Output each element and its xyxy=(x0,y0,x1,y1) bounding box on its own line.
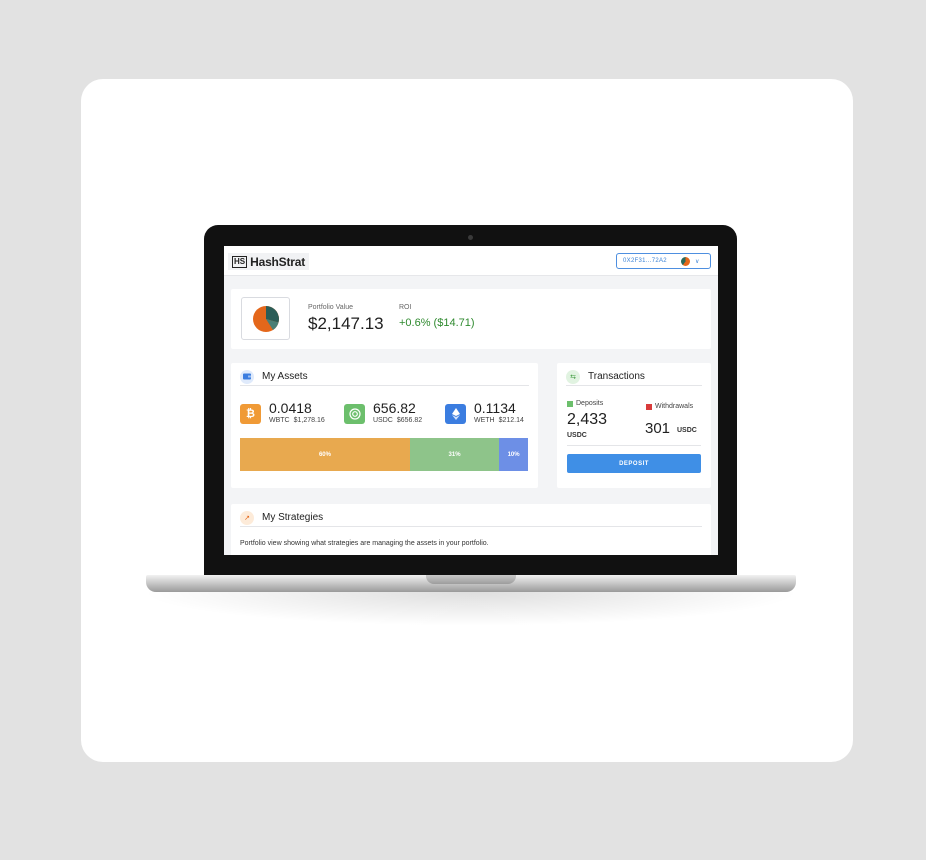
asset-symbol: USDC xyxy=(373,417,393,424)
wallet-address: 0X2F31...72A2 xyxy=(623,258,667,264)
asset-symbol: WBTC xyxy=(269,417,290,424)
allocation-label: 60% xyxy=(318,451,331,458)
laptop-shadow xyxy=(140,592,802,626)
my-assets-title: My Assets xyxy=(262,371,308,382)
transactions-header: ⇆ Transactions xyxy=(566,368,702,386)
logo-text: HashStrat xyxy=(250,254,306,269)
bitcoin-icon: ₿ xyxy=(240,404,261,424)
deposits-label: Deposits xyxy=(567,400,603,407)
deposits-unit: USDC xyxy=(567,432,587,439)
roi-label: ROI xyxy=(399,304,412,311)
asset-wbtc[interactable]: ₿ 0.0418 WBTC $1,278.16 xyxy=(240,400,329,424)
transactions-title: Transactions xyxy=(588,371,645,382)
deposits-legend-swatch xyxy=(567,400,573,407)
deposits-label-text: Deposits xyxy=(576,400,604,407)
portfolio-summary: Portfolio Value $2,147.13 ROI +0.6% ($14… xyxy=(231,289,711,349)
swap-icon: ⇆ xyxy=(566,369,580,384)
roi-value: +0.6% ($14.71) xyxy=(399,317,475,329)
webcam xyxy=(468,235,473,240)
my-assets-panel: My Assets ₿ 0.0418 WBTC $1,278.16 656.82 … xyxy=(231,363,538,488)
withdrawals-value: 301 xyxy=(645,420,671,437)
divider xyxy=(567,445,701,446)
allocation-segment-wbtc[interactable]: 60% xyxy=(240,438,410,471)
withdrawals-label: Withdrawals xyxy=(646,403,693,410)
logo-mark: HS xyxy=(232,255,248,268)
laptop-notch xyxy=(426,575,516,584)
withdrawals-unit: USDC xyxy=(677,427,697,434)
my-strategies-title: My Strategies xyxy=(262,512,324,523)
allocation-label: 10% xyxy=(507,451,520,458)
transactions-panel: ⇆ Transactions Deposits Withdrawals 2,43… xyxy=(557,363,711,488)
asset-usd-value: $1,278.16 xyxy=(293,417,325,424)
portfolio-pie-icon xyxy=(241,297,290,340)
asset-amount: 656.82 xyxy=(373,400,416,416)
portfolio-value-label: Portfolio Value xyxy=(308,304,354,311)
allocation-bar: 60% 31% 10% xyxy=(240,438,528,471)
allocation-segment-usdc[interactable]: 31% xyxy=(409,438,500,471)
top-bar: HS HashStrat 0X2F31...72A2 ∨ xyxy=(224,246,718,276)
wallet-button[interactable]: 0X2F31...72A2 ∨ xyxy=(616,253,711,269)
my-assets-header: My Assets xyxy=(240,368,529,386)
hashstrat-logo[interactable]: HS HashStrat xyxy=(228,253,310,270)
asset-symbol: WETH xyxy=(474,417,495,424)
allocation-segment-weth[interactable]: 10% xyxy=(499,438,528,471)
withdrawals-label-text: Withdrawals xyxy=(655,403,694,410)
wallet-icon xyxy=(240,369,254,384)
asset-amount: 0.1134 xyxy=(474,400,516,416)
trend-up-icon: ↗ xyxy=(240,510,254,525)
asset-amount: 0.0418 xyxy=(269,400,312,416)
withdrawals-legend-swatch xyxy=(646,403,652,410)
asset-usd-value: $212.14 xyxy=(498,417,524,424)
chevron-down-icon: ∨ xyxy=(695,258,700,265)
usdc-icon xyxy=(344,404,365,424)
asset-usd-value: $656.82 xyxy=(396,417,423,424)
wallet-avatar-icon xyxy=(681,256,690,266)
deposit-button[interactable]: DEPOSIT xyxy=(567,454,701,473)
deposits-value: 2,433 xyxy=(567,411,608,428)
asset-weth[interactable]: 0.1134 WETH $212.14 xyxy=(445,400,528,424)
app-screen: HS HashStrat 0X2F31...72A2 ∨ Portfolio V… xyxy=(224,246,718,555)
portfolio-value: $2,147.13 xyxy=(308,314,384,333)
ethereum-icon xyxy=(445,404,466,424)
allocation-label: 31% xyxy=(448,451,461,458)
my-strategies-panel: ↗ My Strategies Portfolio view showing w… xyxy=(231,504,711,555)
my-strategies-header: ↗ My Strategies xyxy=(240,509,702,527)
strategies-description: Portfolio view showing what strategies a… xyxy=(240,540,489,547)
asset-usdc[interactable]: 656.82 USDC $656.82 xyxy=(344,400,426,424)
